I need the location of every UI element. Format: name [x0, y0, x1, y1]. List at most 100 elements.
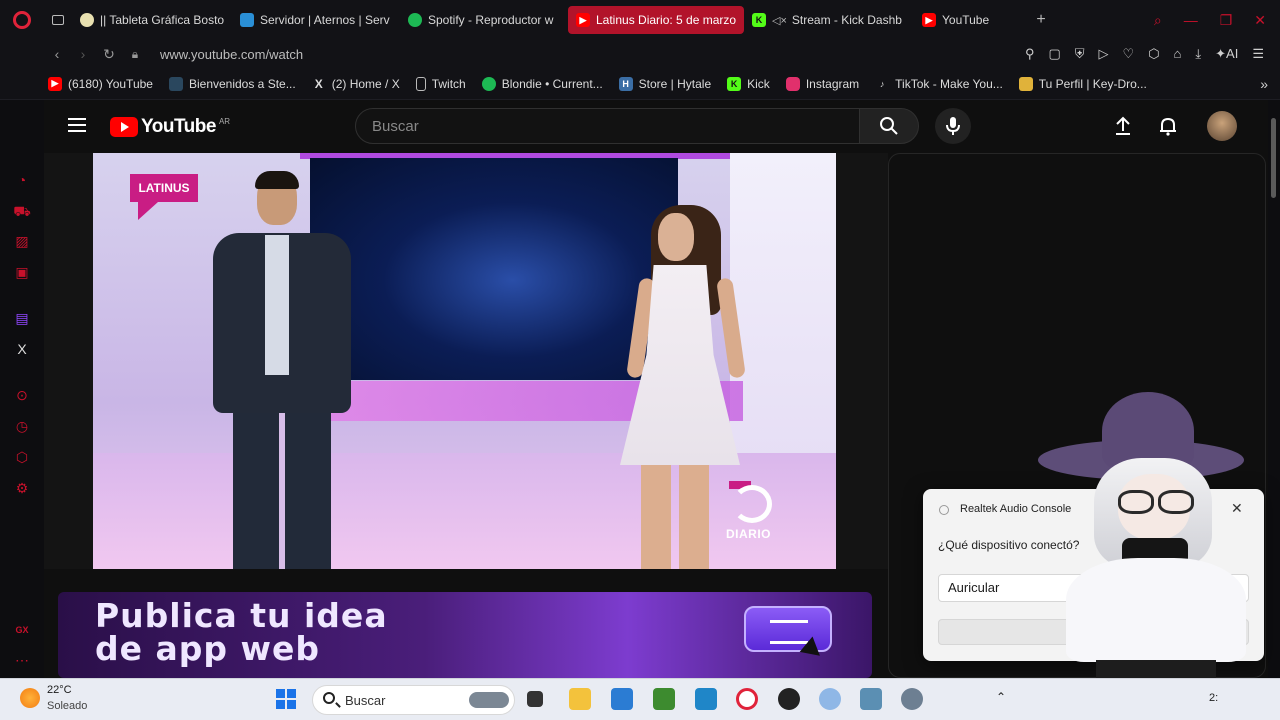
chevron-up-icon[interactable]: ⌃: [996, 690, 1006, 704]
heart-icon[interactable]: ♡: [1123, 46, 1135, 62]
opera-gx-icon[interactable]: [736, 688, 758, 710]
tab-latinus-active[interactable]: ▶ Latinus Diario: 5 de marzo: [568, 6, 744, 34]
settings-icon[interactable]: ⚙: [12, 478, 32, 498]
notifications-button[interactable]: [1156, 114, 1180, 138]
close-icon[interactable]: ✕: [1254, 12, 1266, 29]
youtube-icon: ▶: [922, 13, 936, 27]
youtube-logo[interactable]: YouTube AR: [110, 116, 230, 138]
speaker-muted-icon[interactable]: ◁×: [772, 14, 787, 27]
gx-corner-icon[interactable]: ⛟: [12, 201, 32, 221]
popup-title: Realtek Audio Console: [960, 503, 1072, 515]
weather-description[interactable]: Soleado: [47, 700, 87, 712]
messenger-icon[interactable]: ▣: [12, 262, 32, 282]
hytale-icon: H: [618, 76, 633, 91]
sun-icon[interactable]: [20, 688, 40, 708]
search-input[interactable]: [356, 109, 859, 143]
url-field[interactable]: www.youtube.com/watch: [160, 47, 303, 62]
bookmark-steam[interactable]: Bienvenidos a Ste...: [168, 76, 296, 91]
upload-button[interactable]: [1111, 114, 1135, 138]
aternos-icon: [240, 13, 254, 27]
extensions-icon[interactable]: ⬡: [1148, 46, 1159, 62]
bookmark-hytale[interactable]: H Store | Hytale: [618, 76, 711, 91]
photos-icon[interactable]: [695, 688, 717, 710]
reload-icon[interactable]: ↻: [96, 46, 122, 63]
task-view-icon[interactable]: [527, 691, 543, 707]
upload-icon: [1116, 116, 1130, 135]
opera-gx-logo-icon[interactable]: [0, 0, 44, 40]
tab-youtube[interactable]: ▶ YouTube: [914, 6, 1024, 34]
gx-logo-icon[interactable]: GX: [12, 620, 32, 640]
tab-tableta[interactable]: || Tableta Gráfica Bosto: [72, 6, 232, 34]
taskbar-search[interactable]: Buscar: [312, 685, 515, 715]
bookmark-label: (2) Home / X: [331, 76, 400, 91]
forward-icon[interactable]: ›: [70, 46, 96, 62]
tab-label: Servidor | Aternos | Serv: [260, 13, 390, 27]
settings-icon[interactable]: [901, 688, 923, 710]
scrollbar[interactable]: [1268, 100, 1280, 678]
new-tab-button[interactable]: +: [1024, 6, 1058, 34]
obs-icon[interactable]: [778, 688, 800, 710]
download-icon[interactable]: ⤓: [1195, 46, 1201, 62]
snapshot-icon[interactable]: ▢: [1048, 46, 1060, 62]
clock[interactable]: 2:: [1209, 692, 1218, 704]
tab-search-icon[interactable]: ⌕: [1154, 12, 1162, 29]
device-select[interactable]: Auricular ⌄: [938, 574, 1249, 602]
region-code: AR: [218, 116, 231, 126]
bookmark-label: Bienvenidos a Ste...: [188, 76, 296, 91]
ad-banner[interactable]: Publica tu idea de app web: [58, 592, 872, 678]
close-icon[interactable]: ✕: [1231, 500, 1243, 517]
wallet-icon[interactable]: ⌂: [1174, 46, 1182, 62]
app-window-icon[interactable]: [860, 688, 882, 710]
more-options-icon[interactable]: ···: [1195, 501, 1208, 516]
x-icon: X: [314, 76, 323, 91]
voice-search-button[interactable]: [935, 108, 971, 144]
ai-icon[interactable]: ✦AI: [1215, 46, 1238, 62]
store-icon[interactable]: [611, 688, 633, 710]
menu-icon[interactable]: [68, 118, 86, 132]
tab-kick-dashboard[interactable]: K ◁× Stream - Kick Dashb: [744, 6, 914, 34]
pin-icon[interactable]: ⚲: [1025, 46, 1035, 62]
extensions-icon[interactable]: ⬡: [12, 447, 32, 467]
bookmark-youtube[interactable]: ▶ (6180) YouTube: [48, 76, 153, 91]
bookmarks-more-icon[interactable]: »: [1260, 76, 1280, 92]
player-letterbox-right: [836, 153, 888, 569]
gx-control-icon[interactable]: ◔: [12, 170, 32, 190]
twitch-icon[interactable]: ▤: [12, 308, 32, 328]
more-icon[interactable]: ⋯: [12, 650, 32, 670]
ad-subheadline: de app web: [95, 629, 320, 668]
bookmark-kick[interactable]: K Kick: [727, 76, 770, 91]
browser-tab-bar: || Tableta Gráfica Bosto Servidor | Ater…: [0, 0, 1280, 40]
youtube-icon: ▶: [576, 13, 590, 27]
bookmark-spotify[interactable]: Blondie • Current...: [481, 76, 603, 91]
bookmark-x[interactable]: X (2) Home / X: [312, 77, 400, 91]
video-player[interactable]: LATINUS DIARIO: [93, 153, 836, 569]
tab-spotify[interactable]: Spotify - Reproductor w: [400, 6, 568, 34]
maximize-icon[interactable]: ❐: [1220, 12, 1233, 29]
shield-icon[interactable]: ⛨: [1075, 46, 1085, 62]
file-explorer-icon[interactable]: [569, 688, 591, 710]
tab-aternos[interactable]: Servidor | Aternos | Serv: [232, 6, 400, 34]
back-icon[interactable]: ‹: [44, 46, 70, 62]
minimize-icon[interactable]: —: [1184, 12, 1198, 28]
scrollbar-thumb[interactable]: [1271, 118, 1276, 198]
vtuber-app-icon[interactable]: [819, 688, 841, 710]
minecraft-icon[interactable]: [653, 688, 675, 710]
tab-workspaces[interactable]: [44, 6, 72, 34]
popup-confirm-button[interactable]: [938, 619, 1249, 645]
weather-temperature[interactable]: 22°C: [47, 684, 72, 696]
bookmark-instagram[interactable]: Instagram: [785, 76, 859, 91]
start-button[interactable]: [276, 689, 296, 709]
history-icon[interactable]: ◷: [12, 416, 32, 436]
youtube-icon: ▶: [48, 76, 62, 91]
bookmark-tiktok[interactable]: ♪ TikTok - Make You...: [875, 77, 1003, 91]
bookmark-twitch[interactable]: Twitch: [415, 76, 466, 91]
steam-icon: [168, 76, 183, 91]
player-icon[interactable]: ▷: [1099, 46, 1109, 62]
easy-setup-icon[interactable]: ☰: [1252, 46, 1264, 62]
player-icon[interactable]: ⊙: [12, 385, 32, 405]
search-button[interactable]: [859, 108, 919, 144]
x-icon[interactable]: X: [12, 339, 32, 359]
avatar[interactable]: [1207, 111, 1237, 141]
gx-cleaner-icon[interactable]: ▨: [12, 231, 32, 251]
bookmark-keydrop[interactable]: Tu Perfil | Key-Dro...: [1018, 76, 1147, 91]
